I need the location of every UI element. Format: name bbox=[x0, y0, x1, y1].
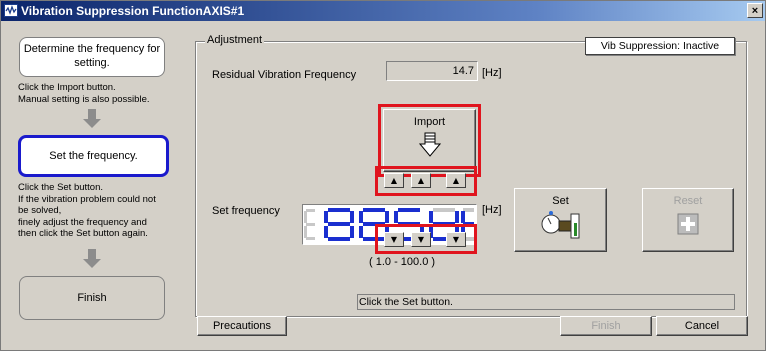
step1-note-line-1: Click the Import button. bbox=[18, 82, 116, 93]
residual-unit-label: [Hz] bbox=[482, 67, 502, 79]
step1-note-line-2: Manual setting is also possible. bbox=[18, 93, 150, 105]
window-title: Vibration Suppression FunctionAXIS#1 bbox=[21, 4, 245, 18]
step-label: Finish bbox=[77, 292, 107, 304]
precautions-button[interactable]: Precautions bbox=[197, 316, 287, 336]
step2-note-line-4: finely adjust the frequency and bbox=[18, 216, 147, 228]
step2-note-line-2: If the vibration problem could not bbox=[18, 193, 156, 205]
digit-up-button-1[interactable]: ▲ bbox=[384, 173, 404, 188]
step2-note: Click the Set button. If the vibration p… bbox=[18, 182, 156, 240]
set-frequency-label: Set frequency bbox=[212, 205, 280, 217]
reset-plus-icon bbox=[677, 213, 699, 235]
dialog-body: Determine the frequency for setting. Cli… bbox=[1, 21, 765, 350]
set-gauge-icon bbox=[541, 211, 579, 239]
cancel-button[interactable]: Cancel bbox=[656, 316, 748, 336]
import-arrow-icon bbox=[418, 132, 441, 157]
reset-button[interactable]: Reset bbox=[642, 188, 734, 252]
app-icon bbox=[4, 4, 18, 17]
step2-note-line-3: be solved, bbox=[18, 205, 62, 216]
step-label: Set the frequency. bbox=[49, 150, 138, 162]
import-label: Import bbox=[413, 116, 446, 128]
residual-frequency-value: 14.7 bbox=[386, 61, 478, 81]
dialog-window: Vibration Suppression FunctionAXIS#1 × D… bbox=[0, 0, 766, 351]
digit-down-button-3[interactable]: ▼ bbox=[446, 232, 466, 247]
reset-label: Reset bbox=[673, 195, 703, 207]
step2-note-line-1: Click the Set button. bbox=[18, 182, 104, 193]
title-bar: Vibration Suppression FunctionAXIS#1 × bbox=[1, 1, 765, 21]
status-badge: Vib Suppression: Inactive bbox=[585, 37, 735, 55]
set-button[interactable]: Set bbox=[514, 188, 607, 252]
step-determine-frequency: Determine the frequency for setting. bbox=[19, 37, 165, 77]
step1-note: Click the Import button. Manual setting … bbox=[18, 82, 150, 105]
digit-down-button-2[interactable]: ▼ bbox=[411, 232, 431, 247]
step-finish: Finish bbox=[19, 276, 165, 320]
frequency-range-text: ( 1.0 - 100.0 ) bbox=[369, 256, 436, 268]
step-label: Determine the frequency for setting. bbox=[23, 43, 161, 69]
digit-down-button-1[interactable]: ▼ bbox=[384, 232, 404, 247]
residual-frequency-label: Residual Vibration Frequency bbox=[212, 69, 357, 81]
step-set-frequency: Set the frequency. bbox=[18, 135, 169, 177]
adjustment-group-label: Adjustment bbox=[205, 34, 265, 46]
set-label: Set bbox=[552, 195, 569, 207]
close-button[interactable]: × bbox=[747, 3, 763, 18]
finish-button[interactable]: Finish bbox=[560, 316, 652, 336]
set-frequency-unit-label: [Hz] bbox=[482, 204, 502, 216]
digit-up-button-3[interactable]: ▲ bbox=[446, 173, 466, 188]
digit-up-button-2[interactable]: ▲ bbox=[411, 173, 431, 188]
step2-note-line-5: then click the Set button again. bbox=[18, 228, 148, 239]
import-button[interactable]: Import bbox=[383, 109, 476, 172]
status-message: Click the Set button. bbox=[357, 294, 735, 310]
residual-value-text: 14.7 bbox=[452, 65, 474, 77]
